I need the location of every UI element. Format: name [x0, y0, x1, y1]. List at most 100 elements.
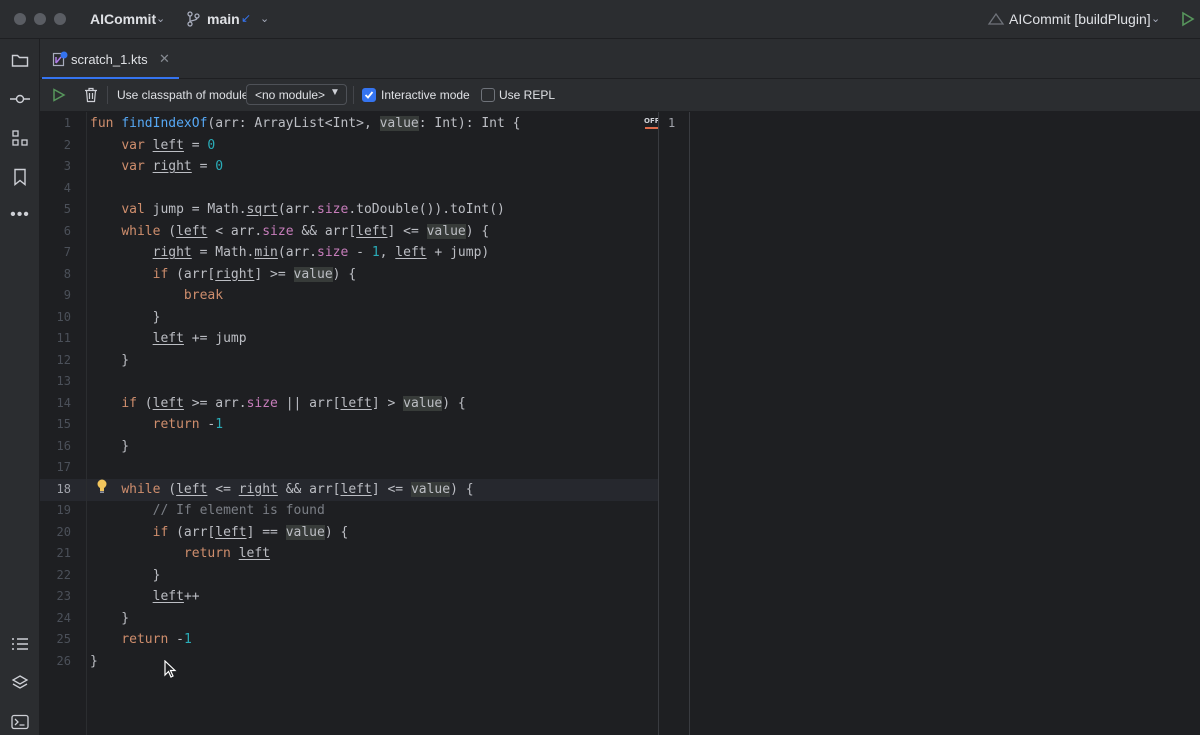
- code-token: left: [340, 481, 372, 497]
- code-token: -: [348, 245, 372, 260]
- line-number: 16: [56, 438, 71, 453]
- code-token: 0: [215, 159, 224, 174]
- code-token: (: [168, 223, 177, 239]
- code-editor[interactable]: 1 2 3 4 5 6 7 8 9 10 11 12 13 14 15 16 17 18 19 20 21 22 23 24 2…: [40, 112, 697, 735]
- toolbar-divider: [353, 86, 354, 104]
- line-number-gutter: 1 2 3 4 5 6 7 8 9 10 11 12 13 14 15 16 17 18 19 20 21 22 23 24 2…: [40, 112, 87, 735]
- code-line: var left = 0: [90, 135, 215, 157]
- code-token: while: [121, 223, 169, 239]
- code-token: <=: [207, 481, 239, 497]
- code-token: value: [379, 116, 419, 131]
- code-line: }: [90, 651, 98, 673]
- line-number: 13: [56, 374, 71, 388]
- code-token: ] <=: [387, 223, 427, 239]
- line-number: 21: [56, 546, 71, 560]
- tab-scratch[interactable]: scratch_1.kts ✕: [40, 39, 180, 79]
- folder-icon[interactable]: [10, 50, 30, 70]
- code-token: val: [121, 202, 153, 217]
- code-token: }: [90, 438, 130, 454]
- line-number: 4: [63, 180, 71, 195]
- run-scratch-icon[interactable]: [52, 88, 66, 107]
- line-number: 9: [63, 288, 71, 302]
- code-line: while (left < arr.size && arr[left] <= v…: [90, 221, 489, 243]
- trash-icon[interactable]: [84, 87, 98, 108]
- close-window-button[interactable]: [14, 13, 26, 25]
- line-number: 18: [56, 481, 71, 496]
- terminal-icon[interactable]: [10, 712, 30, 732]
- module-select[interactable]: <no module> ▼: [246, 84, 347, 105]
- line-number: 10: [56, 309, 71, 324]
- zoom-window-button[interactable]: [54, 13, 66, 25]
- project-name[interactable]: AICommit: [90, 11, 156, 27]
- run-icon[interactable]: [1181, 11, 1195, 32]
- scratch-toolbar: Use classpath of module <no module> ▼ In…: [40, 79, 1200, 112]
- layers-icon[interactable]: [10, 673, 30, 693]
- code-token: || arr[: [277, 395, 341, 411]
- line-number: 19: [56, 503, 71, 517]
- run-configuration[interactable]: AICommit [buildPlugin]: [1009, 11, 1151, 27]
- code-line: left += jump: [90, 328, 247, 350]
- todo-list-icon[interactable]: [10, 634, 30, 654]
- bookmark-icon[interactable]: [10, 167, 30, 187]
- code-line: var right = 0: [90, 156, 223, 178]
- use-repl-checkbox[interactable]: [481, 88, 495, 102]
- code-token: value: [285, 524, 325, 540]
- mouse-cursor-icon: [164, 660, 177, 678]
- kotlin-script-icon: [52, 51, 68, 72]
- chevron-down-icon[interactable]: ⌄: [156, 12, 165, 25]
- code-token: value: [426, 223, 466, 239]
- code-line: }: [90, 608, 129, 630]
- code-token: var: [121, 159, 153, 174]
- code-token: size: [317, 245, 349, 260]
- line-number: 20: [56, 524, 71, 539]
- code-token: 1: [183, 632, 192, 647]
- code-token: .toDouble()).toInt(): [348, 202, 505, 217]
- code-line: // If element is found: [90, 500, 325, 522]
- code-token: : Int): Int {: [418, 116, 521, 131]
- code-token: if: [152, 266, 177, 282]
- code-token: min: [254, 245, 278, 260]
- code-token: (arr.: [277, 245, 318, 260]
- code-token: ) {: [450, 481, 474, 497]
- badge-underline: [645, 127, 658, 129]
- code-token: // If element is found: [152, 503, 325, 518]
- chevron-down-icon[interactable]: ⌄: [1151, 12, 1160, 25]
- code-line: }: [90, 565, 161, 587]
- code-token: (arr[: [176, 524, 216, 540]
- more-icon[interactable]: •••: [10, 205, 30, 225]
- line-number: 12: [56, 352, 71, 367]
- code-line: return -1: [90, 629, 192, 651]
- branch-name[interactable]: main: [207, 11, 240, 27]
- code-line: if (left >= arr.size || arr[left] > valu…: [90, 393, 466, 415]
- code-token: value: [293, 266, 333, 282]
- code-token: right: [152, 245, 192, 260]
- structure-icon[interactable]: [10, 128, 30, 148]
- code-token: ] >=: [254, 266, 294, 282]
- code-token: left: [356, 223, 388, 239]
- code-token: (arr[: [176, 266, 216, 282]
- interactive-mode-checkbox[interactable]: [362, 88, 376, 102]
- line-number: 8: [63, 266, 71, 281]
- code-token: ,: [379, 245, 396, 260]
- lightbulb-icon[interactable]: [96, 478, 108, 499]
- code-token: += jump: [183, 331, 247, 346]
- code-token: ] <=: [371, 481, 411, 497]
- line-number: 26: [56, 653, 71, 668]
- commit-icon[interactable]: [10, 89, 30, 109]
- chevron-down-icon[interactable]: ⌄: [260, 12, 269, 25]
- code-line: }: [90, 307, 161, 329]
- module-select-value: <no module>: [255, 88, 326, 102]
- code-token: }: [90, 352, 130, 368]
- minimize-window-button[interactable]: [34, 13, 46, 25]
- tab-label: scratch_1.kts: [71, 52, 148, 67]
- line-number: 15: [56, 417, 71, 431]
- close-icon[interactable]: ✕: [159, 51, 170, 67]
- code-token: >= arr.: [183, 395, 247, 411]
